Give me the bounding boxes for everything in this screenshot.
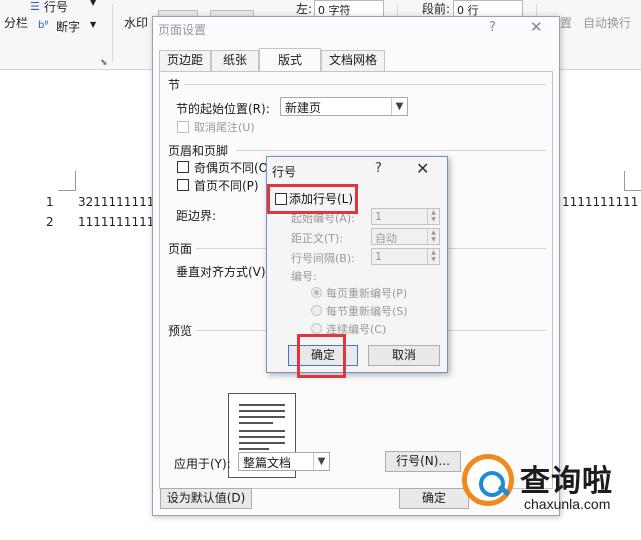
dialog-title: 页面设置 bbox=[158, 23, 207, 37]
from-text-spinner[interactable]: 自动 ▲ ▼ bbox=[371, 228, 440, 245]
preview-text-line bbox=[239, 404, 285, 406]
odd-even-label: 奇偶页不同(O bbox=[194, 161, 269, 175]
preview-text-line bbox=[239, 422, 273, 424]
preview-text-line bbox=[239, 416, 285, 418]
count-by-spinner[interactable]: 1 ▲ ▼ bbox=[371, 248, 440, 265]
restart-section-label: 每节重新编号(S) bbox=[326, 305, 408, 318]
start-at-value: 1 bbox=[375, 210, 382, 223]
numbering-label: 编号: bbox=[291, 270, 317, 283]
section-start-label: 节的起始位置(R): bbox=[176, 102, 270, 116]
line-number: 2 bbox=[46, 215, 54, 229]
spin-arrows-icon: ▲ ▼ bbox=[427, 249, 439, 264]
chevron-down-icon: ▼ bbox=[313, 453, 329, 470]
preview-text-line bbox=[239, 448, 269, 450]
section-start-value: 新建页 bbox=[285, 101, 322, 115]
page-corner-mark bbox=[624, 171, 641, 191]
first-page-checkbox[interactable] bbox=[177, 179, 189, 191]
page-heading: 页面 bbox=[168, 242, 193, 256]
highlight-box bbox=[297, 334, 346, 378]
spacing-before-input[interactable]: 0 行 bbox=[453, 0, 523, 17]
chevron-down-icon: ▼ bbox=[90, 20, 97, 29]
line-numbers-button[interactable]: 行号(N)... bbox=[385, 451, 461, 472]
auto-wrap-button[interactable]: 自动换行 bbox=[583, 14, 631, 31]
chevron-down-icon: ▼ bbox=[391, 98, 407, 115]
line-numbers-ribbon-button[interactable]: 行号 bbox=[44, 0, 68, 15]
from-text-label: 距正文(T): bbox=[291, 232, 344, 245]
document-text-line-tail[interactable]: 1111111111 bbox=[562, 195, 638, 209]
apply-to-select[interactable]: 整篇文档 ▼ bbox=[238, 452, 330, 471]
from-edge-label: 距边界: bbox=[176, 209, 217, 223]
dialog-title: 行号 bbox=[272, 165, 297, 179]
ok-button[interactable]: 确定 bbox=[399, 488, 469, 509]
chevron-down-icon: ▼ bbox=[90, 0, 97, 7]
odd-even-checkbox[interactable] bbox=[177, 161, 189, 173]
divider bbox=[184, 84, 546, 85]
preview-text-line bbox=[239, 442, 285, 444]
line-number: 1 bbox=[46, 195, 54, 209]
site-watermark: 查询啦 chaxunla.com bbox=[462, 452, 638, 522]
count-by-value: 1 bbox=[375, 250, 382, 263]
watermark-button[interactable]: 水印 bbox=[124, 14, 148, 31]
section-heading: 节 bbox=[168, 78, 181, 92]
watermark-brand-cn: 查询啦 bbox=[520, 464, 613, 499]
preview-heading: 预览 bbox=[168, 324, 193, 338]
restart-page-label: 每页重新编号(P) bbox=[326, 287, 408, 300]
indent-left-input[interactable]: 0 字符 bbox=[314, 0, 384, 17]
page-corner-mark bbox=[58, 171, 76, 191]
hyphenation-icon: b⁸ bbox=[38, 20, 49, 31]
section-start-select[interactable]: 新建页 ▼ bbox=[280, 97, 408, 116]
highlight-box bbox=[267, 184, 358, 214]
restart-page-radio[interactable] bbox=[311, 287, 322, 298]
spin-arrows-icon: ▲ ▼ bbox=[427, 209, 439, 224]
suppress-endnotes-label: 取消尾注(U) bbox=[194, 121, 255, 134]
spin-arrows-icon: ▲ ▼ bbox=[427, 229, 439, 244]
preview-text-line bbox=[239, 410, 285, 412]
count-by-label: 行号间隔(B): bbox=[291, 252, 355, 265]
line-dialog-cancel-button[interactable]: 取消 bbox=[368, 345, 440, 366]
help-icon[interactable]: ? bbox=[375, 161, 382, 176]
columns-button[interactable]: 分栏 bbox=[4, 14, 28, 31]
suppress-endnotes-checkbox[interactable] bbox=[177, 121, 189, 133]
magnifier-logo-icon bbox=[462, 454, 514, 506]
apply-to-label: 应用于(Y): bbox=[174, 457, 231, 471]
tab-layout[interactable]: 版式 bbox=[259, 48, 321, 72]
line-numbers-icon: ☰ bbox=[30, 0, 40, 13]
help-icon[interactable]: ? bbox=[489, 20, 496, 35]
first-page-label: 首页不同(P) bbox=[194, 179, 259, 193]
indent-left-label: 左: bbox=[296, 2, 313, 16]
set-default-button[interactable]: 设为默认值(D) bbox=[160, 488, 252, 509]
dialog-launcher-icon[interactable]: ⬊ bbox=[100, 58, 108, 68]
close-icon[interactable]: ✕ bbox=[416, 159, 429, 178]
document-text-line[interactable]: 32111111111 bbox=[78, 195, 162, 209]
hyphenation-button[interactable]: 断字 bbox=[56, 18, 80, 35]
header-footer-heading: 页眉和页脚 bbox=[168, 144, 229, 158]
continuous-radio[interactable] bbox=[311, 323, 322, 334]
close-icon[interactable]: ✕ bbox=[530, 18, 543, 36]
tab-paper[interactable]: 纸张 bbox=[211, 50, 259, 71]
watermark-brand-en: chaxunla.com bbox=[524, 496, 611, 512]
preview-text-line bbox=[239, 436, 285, 438]
ribbon-divider bbox=[112, 4, 113, 62]
restart-section-radio[interactable] bbox=[311, 305, 322, 316]
divider bbox=[236, 150, 546, 151]
tab-document-grid[interactable]: 文档网格 bbox=[321, 50, 385, 71]
start-at-spinner[interactable]: 1 ▲ ▼ bbox=[371, 208, 440, 225]
vertical-align-label: 垂直对齐方式(V) bbox=[176, 265, 266, 279]
document-text-line[interactable]: 11111111111 bbox=[78, 215, 162, 229]
from-text-value: 自动 bbox=[375, 232, 397, 245]
spacing-before-label: 段前: bbox=[422, 2, 451, 16]
preview-text-line bbox=[239, 430, 285, 432]
apply-to-value: 整篇文档 bbox=[243, 456, 292, 470]
tab-margins[interactable]: 页边距 bbox=[159, 50, 211, 71]
